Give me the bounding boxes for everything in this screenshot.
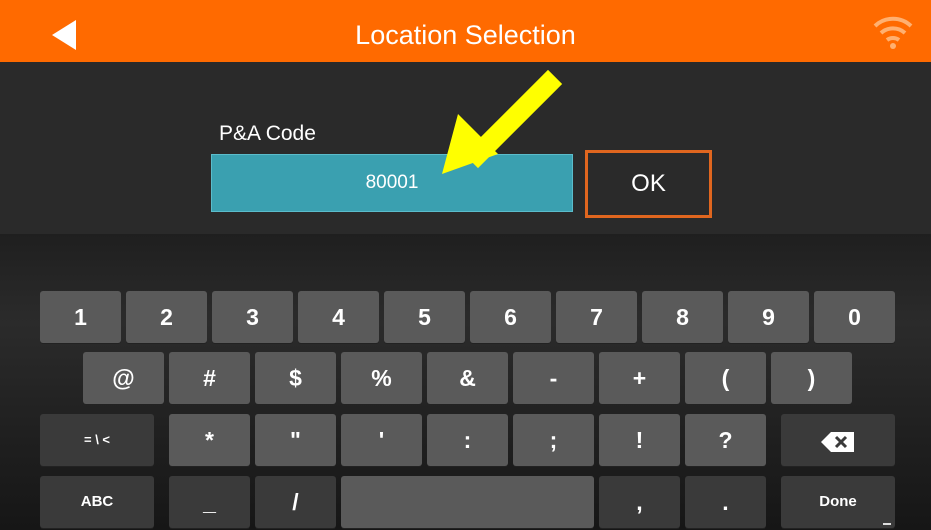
key-abc[interactable]: ABC: [40, 476, 154, 528]
key-hash[interactable]: #: [169, 352, 250, 404]
key-6[interactable]: 6: [470, 291, 551, 343]
key-colon[interactable]: :: [427, 414, 508, 466]
key-asterisk[interactable]: *: [169, 414, 250, 466]
key-3[interactable]: 3: [212, 291, 293, 343]
key-9[interactable]: 9: [728, 291, 809, 343]
key-at[interactable]: @: [83, 352, 164, 404]
code-label: P&A Code: [219, 122, 316, 145]
key-symbols-more[interactable]: = \ <: [40, 414, 154, 466]
key-period[interactable]: .: [685, 476, 766, 528]
key-semicolon[interactable]: ;: [513, 414, 594, 466]
key-exclamation[interactable]: !: [599, 414, 680, 466]
key-8[interactable]: 8: [642, 291, 723, 343]
key-4[interactable]: 4: [298, 291, 379, 343]
key-comma[interactable]: ,: [599, 476, 680, 528]
key-minus[interactable]: -: [513, 352, 594, 404]
key-backspace[interactable]: [781, 414, 895, 466]
key-close-paren[interactable]: ): [771, 352, 852, 404]
key-percent[interactable]: %: [341, 352, 422, 404]
key-question[interactable]: ?: [685, 414, 766, 466]
key-1[interactable]: 1: [40, 291, 121, 343]
header-bar: Location Selection: [0, 0, 931, 66]
key-single-quote[interactable]: ': [341, 414, 422, 466]
key-0[interactable]: 0: [814, 291, 895, 343]
key-7[interactable]: 7: [556, 291, 637, 343]
key-space[interactable]: [341, 476, 594, 528]
key-underscore[interactable]: _: [169, 476, 250, 528]
wifi-icon: [873, 16, 913, 49]
key-plus[interactable]: +: [599, 352, 680, 404]
key-done-label: Done: [819, 493, 857, 510]
key-done-indicator: [883, 523, 891, 525]
key-ampersand[interactable]: &: [427, 352, 508, 404]
page-title: Location Selection: [355, 20, 576, 50]
key-slash[interactable]: /: [255, 476, 336, 528]
key-5[interactable]: 5: [384, 291, 465, 343]
key-done[interactable]: Done: [781, 476, 895, 528]
backspace-icon: [821, 431, 854, 452]
ok-button[interactable]: OK: [585, 150, 712, 218]
key-open-paren[interactable]: (: [685, 352, 766, 404]
annotation-arrow-icon: [442, 70, 563, 174]
onscreen-keyboard: 1 2 3 4 5 6 7 8 9 0 @ # $ % & - + ( ) = …: [0, 234, 931, 530]
key-dollar[interactable]: $: [255, 352, 336, 404]
key-double-quote[interactable]: ": [255, 414, 336, 466]
key-2[interactable]: 2: [126, 291, 207, 343]
